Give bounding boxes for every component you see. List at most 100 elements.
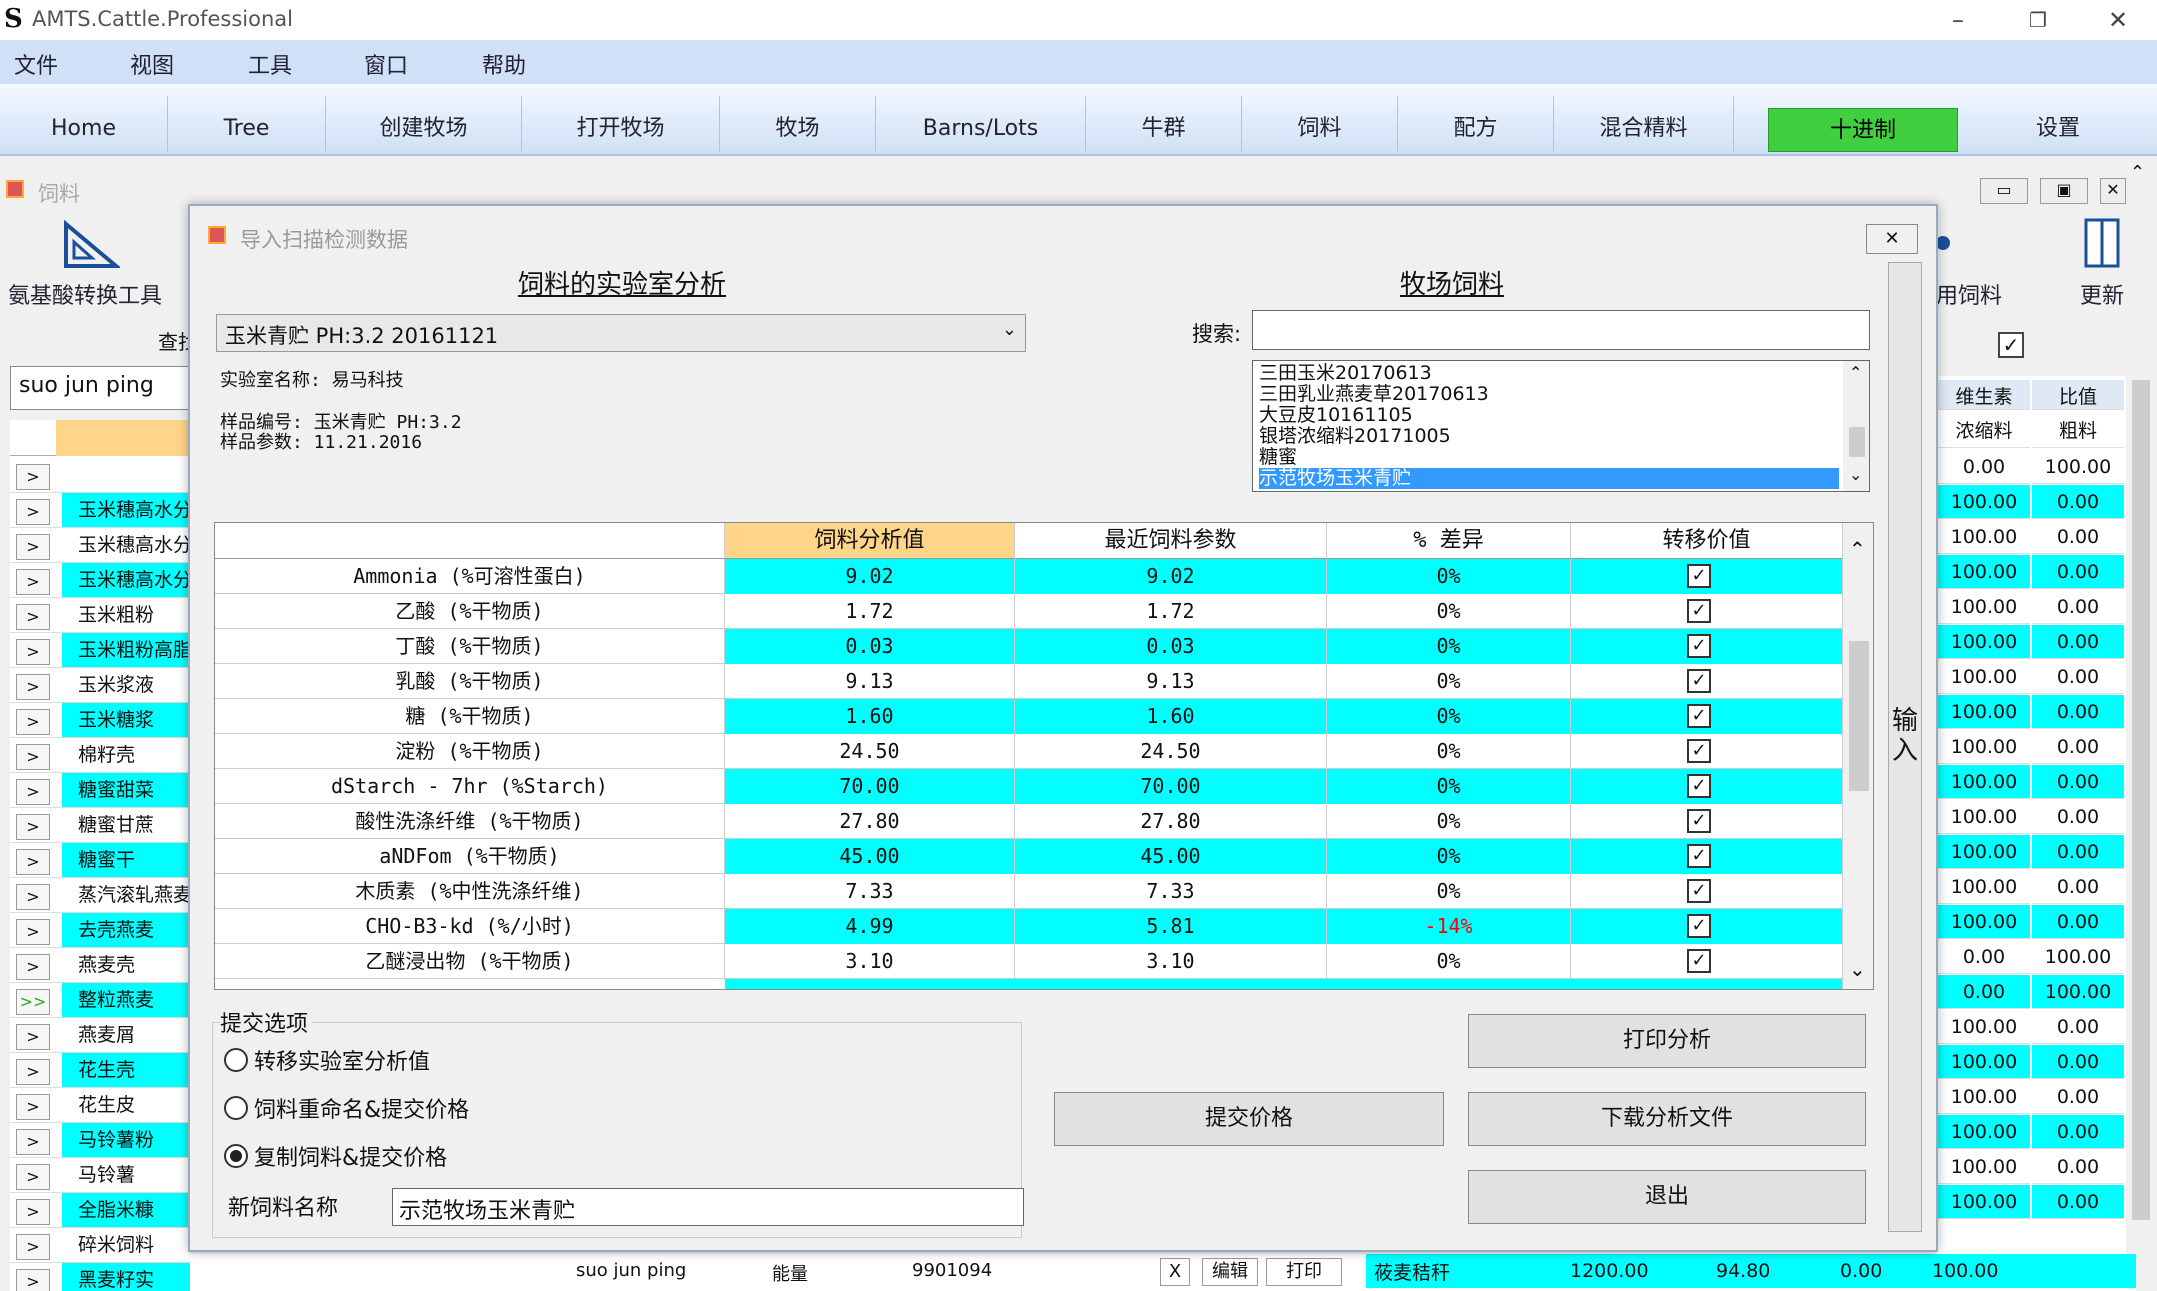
- grid-cell-recent[interactable]: 7.33: [1015, 874, 1327, 909]
- left-list-row[interactable]: > 玉米粗粉: [10, 598, 190, 633]
- transfer-checkbox[interactable]: ✓: [1687, 599, 1711, 623]
- left-list-row[interactable]: >: [10, 458, 190, 493]
- tab-feed[interactable]: 饲料: [1242, 96, 1398, 152]
- left-list-row[interactable]: > 碎米饲料: [10, 1228, 190, 1263]
- left-list-row[interactable]: > 燕麦壳: [10, 948, 190, 983]
- expand-button[interactable]: >: [16, 849, 50, 875]
- chevron-down-icon[interactable]: ⌄: [1849, 957, 1866, 981]
- scroll-thumb[interactable]: [2132, 380, 2150, 1220]
- tab-create-farm[interactable]: 创建牧场: [326, 96, 522, 152]
- tab-open-farm[interactable]: 打开牧场: [522, 96, 720, 152]
- grid-cell-diff[interactable]: 0%: [1327, 874, 1571, 909]
- tab-mix-concentrate[interactable]: 混合精料: [1554, 96, 1734, 152]
- expand-button[interactable]: >: [16, 464, 50, 490]
- grid-cell-recent[interactable]: 0.03: [1015, 629, 1327, 664]
- expand-button[interactable]: >>: [16, 989, 50, 1015]
- feed-list-scrollbar[interactable]: ⌃ ⌄: [1843, 361, 1869, 491]
- expand-button[interactable]: >: [16, 1234, 50, 1260]
- menu-tools[interactable]: 工具: [248, 48, 292, 80]
- amino-acid-tool-button[interactable]: 氨基酸转换工具: [8, 278, 162, 310]
- update-button[interactable]: 更新: [2080, 278, 2124, 310]
- grid-row[interactable]: Ammonia (%可溶性蛋白) 9.02 9.02 0% ✓: [215, 559, 1843, 594]
- expand-button[interactable]: >: [16, 1164, 50, 1190]
- farm-feed-list[interactable]: 三田玉米20170613 三田乳业燕麦草20170613 大豆皮10161105…: [1252, 360, 1870, 492]
- grid-cell-diff[interactable]: 0%: [1327, 559, 1571, 594]
- expand-button[interactable]: >: [16, 1199, 50, 1225]
- bottom-print-button[interactable]: 打印: [1266, 1258, 1342, 1286]
- left-list-row[interactable]: > 花生壳: [10, 1053, 190, 1088]
- grid-header-diff[interactable]: % 差异: [1327, 523, 1571, 559]
- bottom-delete-button[interactable]: X: [1160, 1258, 1190, 1286]
- grid-cell-diff[interactable]: 0%: [1327, 804, 1571, 839]
- left-list-row[interactable]: > 玉米穗高水分: [10, 528, 190, 563]
- tab-settings[interactable]: 设置: [1960, 96, 2156, 152]
- grid-cell-analysis[interactable]: 45.00: [725, 839, 1015, 874]
- grid-header-analysis[interactable]: 饲料分析值: [725, 523, 1015, 559]
- expand-button[interactable]: >: [16, 779, 50, 805]
- grid-row[interactable]: 淀粉 (%干物质) 24.50 24.50 0% ✓: [215, 734, 1843, 769]
- tab-farm[interactable]: 牧场: [720, 96, 876, 152]
- tab-ration[interactable]: 配方: [1398, 96, 1554, 152]
- left-list-row[interactable]: > 黑麦籽实: [10, 1263, 190, 1291]
- expand-button[interactable]: >: [16, 1059, 50, 1085]
- left-list-row[interactable]: > 玉米穗高水分: [10, 563, 190, 598]
- expand-button[interactable]: >: [16, 1129, 50, 1155]
- restore-button[interactable]: ❐: [2003, 2, 2073, 38]
- feed-list-item[interactable]: 银塔浓缩料20171005: [1259, 426, 1839, 447]
- grid-cell-analysis[interactable]: 27.80: [725, 804, 1015, 839]
- exit-button[interactable]: 退出: [1468, 1170, 1866, 1224]
- grid-cell-diff[interactable]: 0%: [1327, 629, 1571, 664]
- left-list-row[interactable]: > 马铃薯: [10, 1158, 190, 1193]
- search-input[interactable]: [1252, 310, 1870, 350]
- sample-select[interactable]: 玉米青贮 PH:3.2 20161121 ⌄: [216, 314, 1026, 352]
- tab-tree[interactable]: Tree: [168, 96, 326, 152]
- grid-cell-diff[interactable]: 0%: [1327, 944, 1571, 979]
- grid-cell-analysis[interactable]: 1.72: [725, 594, 1015, 629]
- minimize-button[interactable]: –: [1923, 2, 1993, 38]
- grid-row[interactable]: 糖 (%干物质) 1.60 1.60 0% ✓: [215, 699, 1843, 734]
- grid-scrollbar[interactable]: ⌃ ⌄: [1843, 523, 1873, 989]
- grid-cell-recent[interactable]: 1.60: [1015, 699, 1327, 734]
- transfer-checkbox[interactable]: ✓: [1687, 739, 1711, 763]
- left-list-row[interactable]: > 糖蜜干: [10, 843, 190, 878]
- expand-button[interactable]: >: [16, 1269, 50, 1291]
- tab-herd[interactable]: 牛群: [1086, 96, 1242, 152]
- grid-cell-analysis[interactable]: 7.33: [725, 874, 1015, 909]
- mdi-close-button[interactable]: ✕: [2100, 178, 2126, 204]
- mdi-minimize-button[interactable]: ▭: [1980, 178, 2028, 204]
- expand-button[interactable]: >: [16, 639, 50, 665]
- transfer-checkbox[interactable]: ✓: [1687, 914, 1711, 938]
- transfer-checkbox[interactable]: ✓: [1687, 774, 1711, 798]
- expand-button[interactable]: >: [16, 814, 50, 840]
- radio-transfer[interactable]: [224, 1048, 248, 1072]
- chevron-down-icon[interactable]: ⌄: [1849, 465, 1862, 484]
- left-name-field[interactable]: suo jun ping: [10, 366, 190, 410]
- left-list-row[interactable]: > 蒸汽滚轧燕麦: [10, 878, 190, 913]
- download-analysis-button[interactable]: 下载分析文件: [1468, 1092, 1866, 1146]
- grid-row[interactable]: CHO-B3-kd (%/小时) 4.99 5.81 -14% ✓: [215, 909, 1843, 944]
- tab-home[interactable]: Home: [0, 96, 168, 152]
- grid-cell-analysis[interactable]: 70.00: [725, 769, 1015, 804]
- used-feed-button[interactable]: 用饲料: [1936, 278, 2002, 310]
- grid-scroll-thumb[interactable]: [1849, 641, 1869, 791]
- grid-cell-recent[interactable]: 9.13: [1015, 664, 1327, 699]
- feed-list-item[interactable]: 三田乳业燕麦草20170613: [1259, 384, 1839, 405]
- bottom-edit-button[interactable]: 编辑: [1202, 1258, 1258, 1286]
- grid-cell-diff[interactable]: 0%: [1327, 734, 1571, 769]
- left-list-row[interactable]: > 糖蜜甘蔗: [10, 808, 190, 843]
- left-list-row[interactable]: > 棉籽壳: [10, 738, 190, 773]
- expand-button[interactable]: >: [16, 604, 50, 630]
- expand-button[interactable]: >: [16, 709, 50, 735]
- expand-button[interactable]: >: [16, 744, 50, 770]
- grid-row[interactable]: 乙酸 (%干物质) 1.72 1.72 0% ✓: [215, 594, 1843, 629]
- grid-cell-analysis[interactable]: 24.50: [725, 734, 1015, 769]
- grid-cell-analysis[interactable]: 9.02: [725, 559, 1015, 594]
- grid-cell-analysis[interactable]: 4.99: [725, 909, 1015, 944]
- scroll-up-icon[interactable]: ⌃: [2130, 162, 2145, 183]
- expand-button[interactable]: >: [16, 499, 50, 525]
- feed-list-item[interactable]: 三田玉米20170613: [1259, 363, 1839, 384]
- expand-button[interactable]: >: [16, 919, 50, 945]
- mdi-scrollbar[interactable]: ⌃: [2126, 160, 2156, 1291]
- grid-cell-diff[interactable]: 0%: [1327, 839, 1571, 874]
- left-list-row[interactable]: > 玉米穗高水分: [10, 493, 190, 528]
